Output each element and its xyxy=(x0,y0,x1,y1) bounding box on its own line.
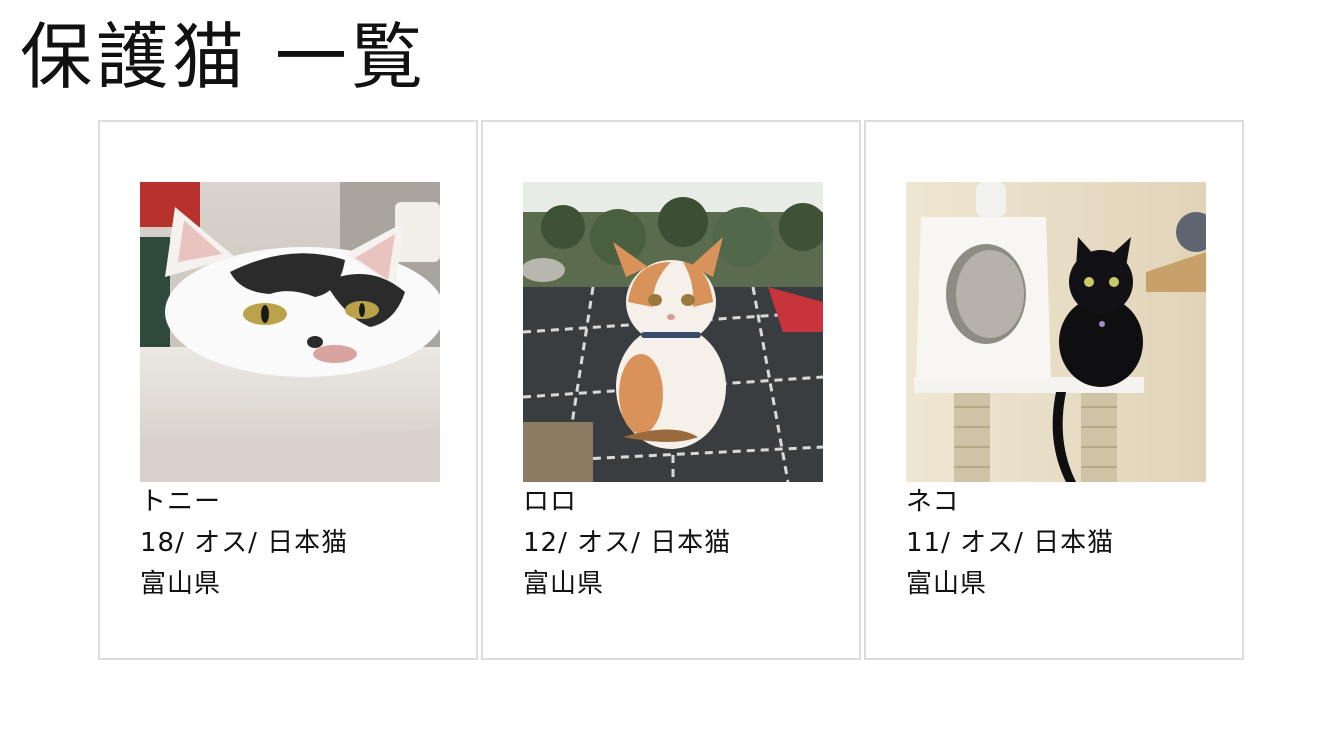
cat-name: ネコ xyxy=(906,487,960,517)
page-title: 保護猫 一覧 xyxy=(20,15,427,99)
cat-name: ロロ xyxy=(523,487,578,517)
cat-location: 富山県 xyxy=(523,569,605,599)
cat-card-grid: トニー 18/ オス/ 日本猫 富山県 ロロ 12/ オス/ 日本猫 富山県 ネ… xyxy=(98,120,1244,660)
cat-info: ネコ 11/ オス/ 日本猫 富山県 xyxy=(906,482,1114,605)
cat-info: ロロ 12/ オス/ 日本猫 富山県 xyxy=(523,482,731,605)
cat-details: 12/ オス/ 日本猫 xyxy=(523,528,732,558)
cat-location: 富山県 xyxy=(140,569,222,599)
cat-name: トニー xyxy=(140,487,222,517)
cat-details: 11/ オス/ 日本猫 xyxy=(906,528,1115,558)
cat-photo[interactable] xyxy=(140,182,440,482)
cat-card[interactable]: ロロ 12/ オス/ 日本猫 富山県 xyxy=(481,120,861,660)
cat-card[interactable]: ネコ 11/ オス/ 日本猫 富山県 xyxy=(864,120,1244,660)
cat-details: 18/ オス/ 日本猫 xyxy=(140,528,349,558)
cat-photo[interactable] xyxy=(523,182,823,482)
cat-location: 富山県 xyxy=(906,569,988,599)
cat-info: トニー 18/ オス/ 日本猫 富山県 xyxy=(140,482,348,605)
cat-photo[interactable] xyxy=(906,182,1206,482)
cat-card[interactable]: トニー 18/ オス/ 日本猫 富山県 xyxy=(98,120,478,660)
